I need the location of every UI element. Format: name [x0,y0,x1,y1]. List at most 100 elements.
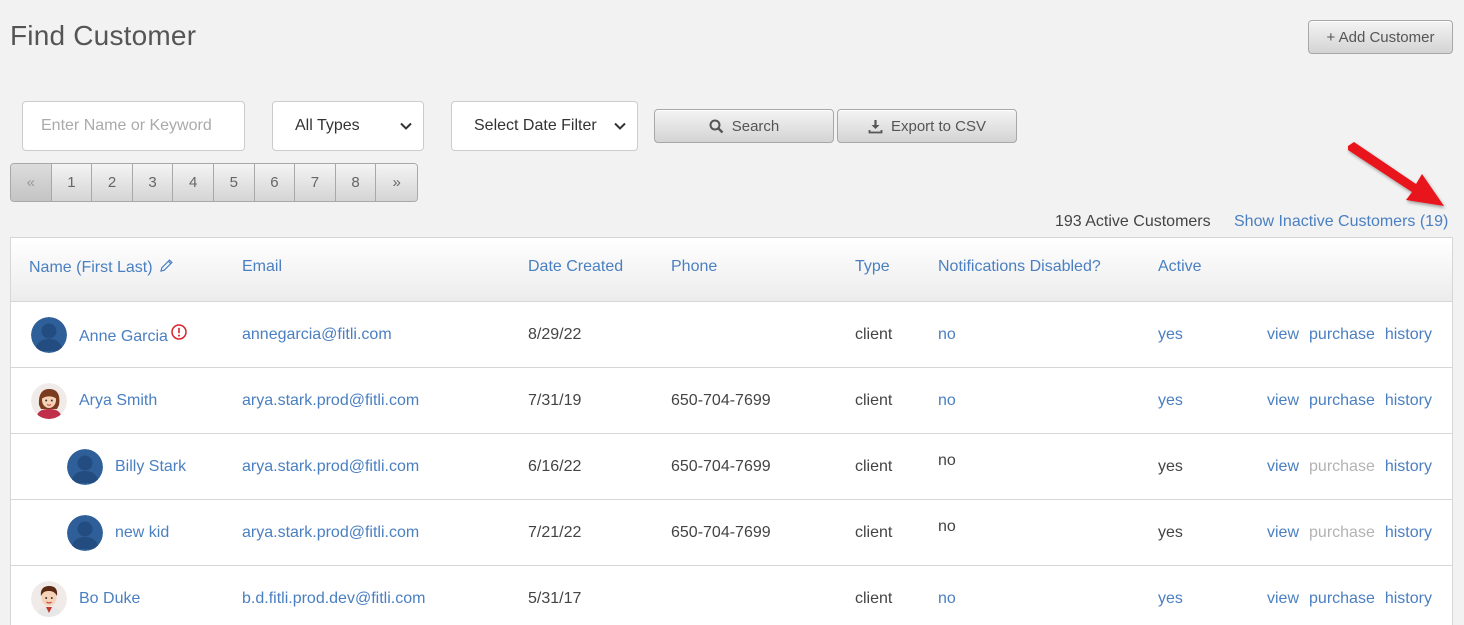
purchase-link[interactable]: purchase [1309,590,1375,607]
customer-name-link[interactable]: Billy Stark [115,458,186,476]
phone: 650-704-7699 [671,523,771,541]
download-icon [868,119,883,133]
pagination-page-2[interactable]: 2 [92,164,133,201]
add-customer-button[interactable]: + Add Customer [1308,20,1453,54]
date-created: 7/31/19 [528,391,582,409]
pagination-page-7[interactable]: 7 [295,164,336,201]
table-header: Name (First Last) Email Date Created Pho… [11,238,1452,302]
purchase-link[interactable]: purchase [1309,392,1375,409]
pagination: « 1 2 3 4 5 6 7 8 » [10,163,418,202]
history-link[interactable]: history [1385,590,1432,607]
type-select-value: All Types [295,117,360,134]
view-link[interactable]: view [1267,458,1299,475]
active-value: yes [1158,457,1183,475]
row-actions: view purchase history [1267,458,1432,476]
notifications-toggle[interactable]: no [938,590,956,608]
notifications-toggle[interactable]: no [938,326,956,344]
view-link[interactable]: view [1267,326,1299,343]
customer-name: Anne Garcia [79,327,168,345]
pagination-page-8[interactable]: 8 [335,164,377,201]
view-link[interactable]: view [1267,590,1299,607]
table-row: Billy Stark arya.stark.prod@fitli.com 6/… [11,434,1452,500]
pagination-prev[interactable]: « [11,164,52,201]
page-title: Find Customer [10,20,197,51]
active-customer-count: 193 Active Customers [1055,213,1211,230]
history-link[interactable]: history [1385,524,1432,541]
customer-type: client [855,523,893,541]
female-avatar-icon [31,382,67,419]
view-link[interactable]: view [1267,524,1299,541]
view-link[interactable]: view [1267,392,1299,409]
date-created: 6/16/22 [528,457,582,475]
customer-name-link[interactable]: Arya Smith [79,392,157,410]
purchase-link-disabled: purchase [1309,457,1375,475]
red-arrow-icon [1348,142,1444,206]
export-csv-button[interactable]: Export to CSV [837,109,1017,143]
active-toggle[interactable]: yes [1158,392,1183,410]
table-row: Bo Duke b.d.fitli.prod.dev@fitli.com 5/3… [11,566,1452,625]
type-select[interactable]: All Types [272,101,424,151]
date-created: 5/31/17 [528,589,582,607]
pencil-icon[interactable] [159,258,174,273]
customer-table: Name (First Last) Email Date Created Pho… [10,237,1453,625]
row-actions: view purchase history [1267,590,1432,608]
header-date-created[interactable]: Date Created [528,258,623,276]
show-inactive-link[interactable]: Show Inactive Customers (19) [1234,213,1448,231]
pagination-next[interactable]: » [376,164,417,201]
search-button-label: Search [731,117,780,135]
customer-name-link[interactable]: Anne Garcia [79,323,187,346]
date-filter-select[interactable]: Select Date Filter [451,101,638,151]
pagination-page-6[interactable]: 6 [254,164,296,201]
header-name-label: Name (First Last) [29,259,153,276]
customer-type: client [855,457,893,475]
header-active[interactable]: Active [1158,258,1202,276]
history-link[interactable]: history [1385,392,1432,409]
header-email[interactable]: Email [242,258,282,276]
export-button-label: Export to CSV [890,117,987,135]
warning-icon[interactable] [171,323,187,340]
date-created: 7/21/22 [528,523,582,541]
header-notifications[interactable]: Notifications Disabled? [938,258,1101,276]
notifications-value: no [938,518,956,535]
customer-email-link[interactable]: b.d.fitli.prod.dev@fitli.com [242,590,425,608]
row-actions: view purchase history [1267,392,1432,410]
header-phone[interactable]: Phone [671,258,717,276]
table-row: Arya Smith arya.stark.prod@fitli.com 7/3… [11,368,1452,434]
customer-email-link[interactable]: annegarcia@fitli.com [242,326,392,344]
date-created: 8/29/22 [528,325,582,343]
chevron-down-icon [614,122,626,130]
purchase-link-disabled: purchase [1309,523,1375,541]
customer-name-link[interactable]: new kid [115,524,169,542]
pagination-page-5[interactable]: 5 [213,164,255,201]
chevron-down-icon [400,122,412,130]
pagination-page-4[interactable]: 4 [173,164,214,201]
search-button[interactable]: Search [654,109,834,143]
history-link[interactable]: history [1385,326,1432,343]
search-input[interactable] [22,101,245,151]
customer-email-link[interactable]: arya.stark.prod@fitli.com [242,524,419,542]
customer-name-link[interactable]: Bo Duke [79,590,140,608]
customer-type: client [855,391,893,409]
phone: 650-704-7699 [671,457,771,475]
pagination-page-3[interactable]: 3 [132,164,174,201]
customer-email-link[interactable]: arya.stark.prod@fitli.com [242,392,419,410]
purchase-link[interactable]: purchase [1309,326,1375,343]
customer-type: client [855,589,893,607]
history-link[interactable]: history [1385,458,1432,475]
default-avatar-icon [67,514,103,551]
active-toggle[interactable]: yes [1158,590,1183,608]
active-toggle[interactable]: yes [1158,326,1183,344]
header-type[interactable]: Type [855,258,890,276]
table-row: Anne Garcia annegarcia@fitli.com 8/29/22… [11,302,1452,368]
row-actions: view purchase history [1267,326,1432,344]
header-name[interactable]: Name (First Last) [29,258,174,277]
customer-type: client [855,325,893,343]
default-avatar-icon [67,448,103,485]
customer-email-link[interactable]: arya.stark.prod@fitli.com [242,458,419,476]
notifications-value: no [938,452,956,469]
table-row: new kid arya.stark.prod@fitli.com 7/21/2… [11,500,1452,566]
pagination-page-1[interactable]: 1 [51,164,93,201]
default-avatar-icon [31,316,67,353]
search-icon [709,119,724,133]
notifications-toggle[interactable]: no [938,392,956,410]
